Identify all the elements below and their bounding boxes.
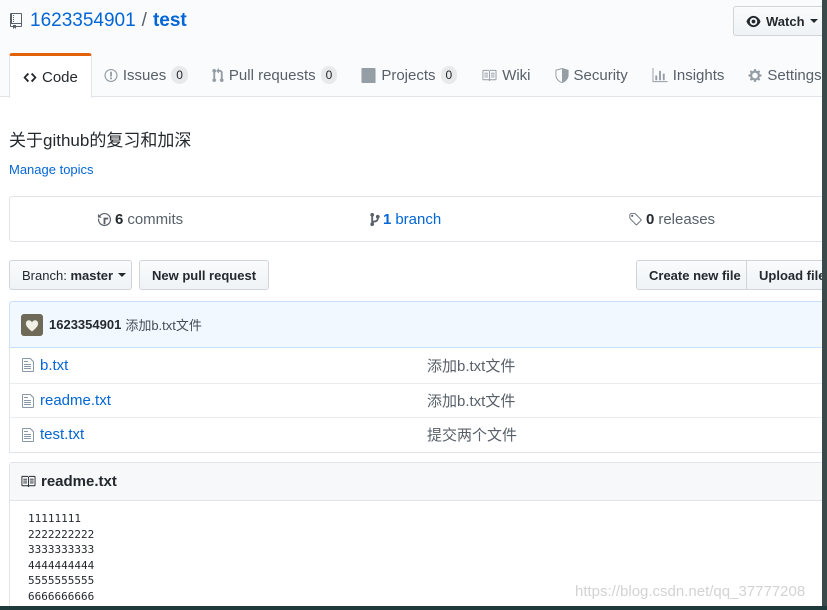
book-icon bbox=[21, 475, 36, 488]
file-row[interactable]: b.txt 添加b.txt文件 bbox=[10, 348, 827, 383]
avatar[interactable] bbox=[21, 313, 43, 336]
releases-summary[interactable]: 0 releases bbox=[628, 211, 715, 228]
tab-code[interactable]: Code bbox=[9, 53, 92, 98]
repo-icon bbox=[10, 13, 22, 29]
file-commit-message[interactable]: 提交两个文件 bbox=[427, 424, 517, 445]
window-bottom-edge bbox=[0, 606, 827, 610]
branches-label: branch bbox=[395, 210, 442, 228]
gear-icon bbox=[748, 68, 762, 82]
tab-label: Settings bbox=[767, 66, 822, 84]
tab-label: Pull requests bbox=[228, 66, 316, 84]
file-name-link[interactable]: b.txt bbox=[40, 357, 68, 374]
issue-opened-icon bbox=[104, 68, 118, 82]
file-list: b.txt 添加b.txt文件 readme.txt 添加b.txt文件 tes… bbox=[9, 348, 827, 453]
branches-count: 1 bbox=[383, 210, 392, 228]
create-new-file-button[interactable]: Create new file bbox=[636, 260, 754, 290]
latest-commit: 1623354901 添加b.txt文件 bbox=[9, 301, 827, 348]
tab-pull-requests[interactable]: Pull requests 0 bbox=[200, 53, 349, 97]
commits-summary[interactable]: 6 commits bbox=[97, 211, 183, 228]
tab-issues[interactable]: Issues 0 bbox=[92, 53, 200, 97]
chevron-down-icon bbox=[118, 273, 127, 277]
repo-separator: / bbox=[141, 10, 147, 31]
tab-security[interactable]: Security bbox=[543, 53, 640, 97]
file-commit-message[interactable]: 添加b.txt文件 bbox=[427, 390, 515, 411]
git-branch-icon bbox=[370, 212, 380, 226]
project-icon bbox=[361, 67, 376, 83]
manage-topics-link[interactable]: Manage topics bbox=[9, 162, 94, 177]
history-icon bbox=[97, 212, 112, 226]
graph-icon bbox=[652, 67, 668, 82]
commit-message[interactable]: 添加b.txt文件 bbox=[125, 315, 202, 334]
branches-summary[interactable]: 1 branch bbox=[370, 211, 441, 228]
tab-projects[interactable]: Projects 0 bbox=[349, 53, 469, 97]
tab-settings[interactable]: Settings bbox=[736, 53, 827, 97]
commit-author[interactable]: 1623354901 bbox=[49, 317, 121, 332]
git-pull-request-icon bbox=[212, 67, 224, 82]
new-pull-request-button[interactable]: New pull request bbox=[139, 260, 270, 290]
tab-label: Insights bbox=[672, 66, 725, 84]
releases-count: 0 bbox=[646, 210, 655, 228]
readme-line: 11111111 bbox=[28, 512, 81, 525]
book-icon bbox=[482, 69, 497, 81]
file-commit-message[interactable]: 添加b.txt文件 bbox=[427, 355, 515, 376]
file-icon bbox=[22, 358, 34, 372]
repo-title: 1623354901 / test bbox=[9, 9, 187, 33]
tag-icon bbox=[629, 212, 642, 225]
heart-avatar-icon bbox=[25, 319, 39, 331]
eye-icon bbox=[746, 15, 761, 27]
file-row[interactable]: test.txt 提交两个文件 bbox=[10, 417, 827, 452]
shield-icon bbox=[554, 67, 569, 83]
tab-wiki[interactable]: Wiki bbox=[469, 53, 542, 97]
branch-select-button[interactable]: Branch: master bbox=[9, 260, 132, 290]
issues-counter: 0 bbox=[171, 66, 188, 84]
file-icon bbox=[22, 393, 34, 408]
repo-nav: Code Issues 0 Pull requests 0 Projects 0… bbox=[9, 53, 827, 98]
chevron-down-icon bbox=[809, 19, 818, 23]
window-edge bbox=[822, 0, 827, 610]
projects-counter: 0 bbox=[440, 66, 458, 84]
branch-prefix: Branch: bbox=[22, 267, 67, 283]
file-name-link[interactable]: readme.txt bbox=[40, 392, 111, 409]
tab-label: Code bbox=[42, 68, 78, 86]
readme-title: readme.txt bbox=[41, 473, 117, 490]
releases-label: releases bbox=[658, 210, 716, 228]
repo-header: 1623354901 / test Watch Code Issues 0 Pu… bbox=[0, 0, 827, 98]
branch-name: master bbox=[70, 267, 114, 283]
tab-label: Wiki bbox=[502, 66, 531, 84]
repo-owner-link[interactable]: 1623354901 bbox=[30, 10, 136, 32]
file-icon bbox=[22, 428, 34, 442]
watermark: https://blog.csdn.net/qq_37777208 bbox=[575, 583, 806, 600]
tab-label: Projects bbox=[381, 66, 436, 84]
watch-button[interactable]: Watch bbox=[733, 6, 827, 36]
numbers-summary: 6 commits 1 branch 0 releases bbox=[9, 196, 827, 242]
tab-label: Security bbox=[573, 66, 628, 84]
readme-header: readme.txt bbox=[10, 463, 827, 501]
readme-line: 2222222222 bbox=[28, 527, 95, 541]
repo-name-link[interactable]: test bbox=[153, 10, 187, 32]
commits-count: 6 bbox=[115, 210, 124, 228]
upload-files-button[interactable]: Upload files bbox=[746, 260, 827, 290]
tab-insights[interactable]: Insights bbox=[640, 53, 737, 97]
readme-line: 4444444444 bbox=[28, 558, 95, 572]
repo-description: 关于github的复习和加深 bbox=[9, 131, 192, 150]
tab-label: Issues bbox=[122, 66, 167, 84]
readme-line: 3333333333 bbox=[28, 543, 95, 556]
file-row[interactable]: readme.txt 添加b.txt文件 bbox=[10, 382, 827, 418]
commits-label: commits bbox=[127, 210, 184, 228]
pull-requests-counter: 0 bbox=[320, 66, 338, 84]
code-icon bbox=[23, 72, 37, 82]
file-name-link[interactable]: test.txt bbox=[40, 426, 84, 443]
watch-button-label: Watch bbox=[766, 13, 805, 29]
